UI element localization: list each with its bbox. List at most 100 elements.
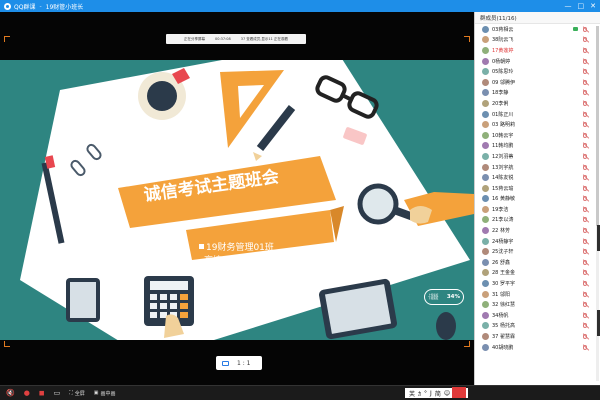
slide-subtitle: 19财务管理01班 bbox=[206, 243, 274, 253]
member-row[interactable]: 21李以涛 bbox=[475, 215, 600, 226]
notice-timer: 00:37:08 bbox=[215, 37, 231, 41]
ime-tool-2[interactable]: ° bbox=[423, 390, 428, 397]
mic-muted-icon bbox=[583, 238, 587, 244]
scrollbar-thumb[interactable] bbox=[596, 26, 599, 226]
member-row[interactable]: 31 邬阳 bbox=[475, 289, 600, 300]
member-row[interactable]: 24杨静宇 bbox=[475, 236, 600, 247]
member-row[interactable]: 20李俐 bbox=[475, 98, 600, 109]
title-separator: - bbox=[39, 2, 42, 10]
member-avatar bbox=[482, 184, 489, 192]
member-name: 16 黄静敏 bbox=[492, 196, 515, 203]
title-bar: QQ群课 - 19财管小班长 — □ ✕ bbox=[0, 0, 600, 12]
ime-emoji-icon[interactable]: ☺ bbox=[443, 390, 451, 397]
member-avatar bbox=[482, 57, 489, 65]
member-row[interactable]: 01陈正川 bbox=[475, 109, 600, 120]
mic-muted-icon bbox=[583, 217, 587, 223]
shared-screen-area[interactable]: 正在分享屏幕 00:37:08 37 查看成员,显示11 正在观看 诚信考试主题… bbox=[0, 12, 474, 385]
member-row[interactable]: 11韩均鹏 bbox=[475, 141, 600, 152]
member-row[interactable]: 05陈思玲 bbox=[475, 66, 600, 77]
picture-in-picture-button[interactable]: ▣ 画中画 bbox=[94, 390, 116, 397]
qq-classroom-window: QQ群课 - 19财管小班长 — □ ✕ 正在分享屏幕 00:37:08 37 … bbox=[0, 0, 600, 400]
member-row[interactable]: 22 林芳 bbox=[475, 225, 600, 236]
member-row[interactable]: 10韩云宇 bbox=[475, 130, 600, 141]
member-row[interactable]: 16 黄静敏 bbox=[475, 194, 600, 205]
presentation-slide: 诚信考试主题班会 19财务管理01班 高培云 上传速度 下载速度 34% bbox=[0, 60, 474, 340]
mic-muted-icon bbox=[583, 47, 587, 53]
mic-muted-icon bbox=[583, 249, 587, 255]
member-row[interactable]: 37 翟慧霖 bbox=[475, 331, 600, 342]
member-name: 09 邬腾伊 bbox=[492, 79, 515, 86]
mic-muted-icon bbox=[583, 132, 587, 138]
mic-muted-icon bbox=[583, 206, 587, 212]
mic-muted-icon bbox=[583, 270, 587, 276]
close-button[interactable]: ✕ bbox=[590, 2, 596, 10]
mic-muted-icon bbox=[583, 175, 587, 181]
mic-muted-icon bbox=[583, 90, 587, 96]
member-name: 0杨朝婷 bbox=[492, 58, 511, 65]
bullet-square bbox=[199, 244, 204, 249]
mic-muted-icon bbox=[583, 334, 587, 340]
phone-icon bbox=[66, 278, 100, 322]
mic-muted-icon bbox=[583, 164, 587, 170]
member-row[interactable]: 26 舒鑫 bbox=[475, 257, 600, 268]
ime-simplified-toggle[interactable]: 简 bbox=[434, 389, 442, 398]
slide-artwork bbox=[20, 60, 474, 340]
mic-muted-icon bbox=[583, 344, 587, 350]
member-row[interactable]: 15蒋云瑜 bbox=[475, 183, 600, 194]
member-row[interactable]: 17黄莲婷 bbox=[475, 45, 600, 56]
member-row[interactable]: 40胡晓鹏 bbox=[475, 342, 600, 353]
member-row[interactable]: 38阮云飞 bbox=[475, 35, 600, 46]
member-avatar bbox=[482, 142, 489, 150]
end-class-button[interactable] bbox=[452, 387, 466, 398]
member-name: 03蒋相云 bbox=[492, 26, 514, 33]
member-name: 11韩均鹏 bbox=[492, 143, 514, 150]
ime-logo-icon[interactable]: 芙 bbox=[408, 389, 416, 398]
member-row[interactable]: 18李静 bbox=[475, 88, 600, 99]
zoom-ratio-control[interactable]: 1 : 1 bbox=[216, 356, 262, 370]
member-row[interactable]: 03 路明莉 bbox=[475, 119, 600, 130]
window-controls: — □ ✕ bbox=[565, 0, 597, 12]
picture-in-picture-label: 画中画 bbox=[100, 390, 116, 397]
minimize-button[interactable]: — bbox=[565, 2, 572, 10]
microphone-off-icon[interactable]: ● bbox=[24, 389, 30, 397]
screen-share-icon[interactable]: ▭ bbox=[54, 389, 61, 397]
member-name: 40胡晓鹏 bbox=[492, 344, 514, 351]
maximize-button[interactable]: □ bbox=[578, 2, 585, 10]
member-avatar bbox=[482, 269, 489, 277]
ime-tool-1[interactable]: ｶ bbox=[417, 389, 422, 398]
member-name: 01陈正川 bbox=[492, 111, 514, 118]
member-avatar bbox=[482, 248, 489, 256]
member-row[interactable]: 32 徐红慧 bbox=[475, 299, 600, 310]
member-row[interactable]: 28 王金金 bbox=[475, 268, 600, 279]
member-row[interactable]: 30 罗平宇 bbox=[475, 278, 600, 289]
speaker-off-icon[interactable]: 🔇 bbox=[6, 389, 15, 397]
app-logo-icon bbox=[4, 2, 11, 10]
member-row[interactable]: 03蒋相云 bbox=[475, 24, 600, 35]
notice-status: 正在分享屏幕 bbox=[184, 36, 205, 41]
member-row[interactable]: 0杨朝婷 bbox=[475, 56, 600, 67]
member-name: 14陈友锐 bbox=[492, 175, 514, 182]
member-avatar bbox=[482, 301, 489, 309]
download-speed-label: 下载速度 bbox=[428, 297, 439, 300]
member-avatar bbox=[482, 311, 489, 319]
camera-off-icon[interactable]: ◼ bbox=[39, 389, 45, 397]
member-avatar bbox=[482, 280, 489, 288]
member-row[interactable]: 09 邬腾伊 bbox=[475, 77, 600, 88]
member-row[interactable]: 19李洁 bbox=[475, 204, 600, 215]
member-avatar bbox=[482, 195, 489, 203]
member-row[interactable]: 34杨帆 bbox=[475, 310, 600, 321]
network-speed-badge: 上传速度 下载速度 34% bbox=[424, 289, 464, 305]
member-avatar bbox=[482, 131, 489, 139]
member-row[interactable]: 25沈子轩 bbox=[475, 246, 600, 257]
member-row[interactable]: 35 杨托高 bbox=[475, 321, 600, 332]
member-row[interactable]: 14陈友锐 bbox=[475, 172, 600, 183]
member-row[interactable]: 13刘宇航 bbox=[475, 162, 600, 173]
member-avatar bbox=[482, 121, 489, 129]
member-avatar bbox=[482, 46, 489, 54]
member-row[interactable]: 12刘羽蒂 bbox=[475, 151, 600, 162]
slide-presenter: 高培云 bbox=[204, 256, 232, 266]
member-avatar bbox=[482, 163, 489, 171]
ime-tool-3[interactable]: J bbox=[429, 390, 433, 397]
fullscreen-button[interactable]: ⛶ 全屏 bbox=[69, 390, 85, 397]
mic-muted-icon bbox=[583, 100, 587, 106]
